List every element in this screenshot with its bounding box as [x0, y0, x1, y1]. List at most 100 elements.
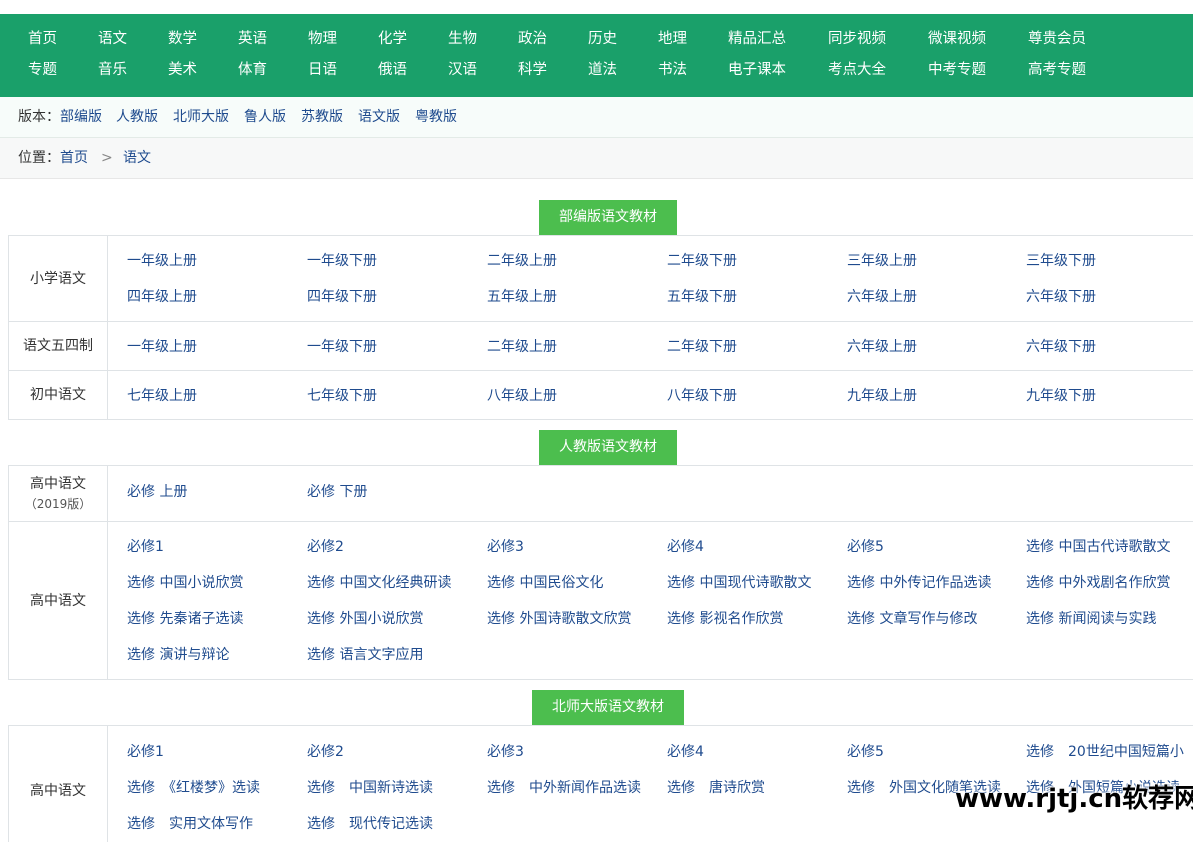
nav-link[interactable]: 政治: [518, 24, 547, 55]
textbook-link[interactable]: 选修 外国小说欣赏: [307, 609, 423, 629]
breadcrumb-home-link[interactable]: 首页: [60, 138, 88, 178]
version-link[interactable]: 部编版: [60, 97, 102, 137]
nav-link[interactable]: 化学: [378, 24, 407, 55]
textbook-link[interactable]: 四年级上册: [127, 287, 197, 307]
row-label: 初中语文: [9, 371, 108, 419]
nav-link[interactable]: 科学: [518, 55, 547, 86]
textbook-link[interactable]: 五年级下册: [667, 287, 737, 307]
textbook-link[interactable]: 选修 外国诗歌散文欣赏: [487, 609, 631, 629]
textbook-link[interactable]: 一年级下册: [307, 337, 377, 357]
textbook-link[interactable]: 六年级上册: [847, 287, 917, 307]
nav-link[interactable]: 道法: [588, 55, 617, 86]
nav-link[interactable]: 精品汇总: [728, 24, 786, 55]
textbook-link[interactable]: 选修 实用文体写作: [127, 814, 253, 834]
textbook-link[interactable]: 四年级下册: [307, 287, 377, 307]
textbook-link[interactable]: 选修 中外新闻作品选读: [487, 778, 641, 798]
textbook-link[interactable]: 必修5: [847, 742, 884, 762]
textbook-link[interactable]: 三年级上册: [847, 251, 917, 271]
nav-link[interactable]: 英语: [238, 24, 267, 55]
nav-link[interactable]: 音乐: [98, 55, 127, 86]
textbook-link[interactable]: 九年级上册: [847, 386, 917, 406]
nav-link[interactable]: 生物: [448, 24, 477, 55]
textbook-link[interactable]: 选修 中外传记作品选读: [847, 573, 991, 593]
textbook-link[interactable]: 三年级下册: [1026, 251, 1096, 271]
nav-link[interactable]: 体育: [238, 55, 267, 86]
nav-link[interactable]: 微课视频: [928, 24, 986, 55]
textbook-link[interactable]: 必修1: [127, 537, 164, 557]
version-link[interactable]: 鲁人版: [244, 97, 286, 137]
textbook-link[interactable]: 选修 语言文字应用: [307, 645, 423, 665]
textbook-link[interactable]: 选修 中国文化经典研读: [307, 573, 451, 593]
textbook-link[interactable]: 选修 20世纪中国短篇小: [1026, 742, 1184, 762]
nav-link[interactable]: 电子课本: [728, 55, 786, 86]
textbook-link[interactable]: 九年级下册: [1026, 386, 1096, 406]
textbook-link[interactable]: 必修3: [487, 742, 524, 762]
nav-link[interactable]: 尊贵会员: [1028, 24, 1086, 55]
row-label-text: 高中语文: [30, 592, 86, 609]
textbook-link[interactable]: 选修 《红楼梦》选读: [127, 778, 260, 798]
nav-link[interactable]: 数学: [168, 24, 197, 55]
textbook-link[interactable]: 必修 上册: [127, 482, 187, 502]
nav-link[interactable]: 中考专题: [928, 55, 986, 86]
textbook-link[interactable]: 选修 现代传记选读: [307, 814, 433, 834]
textbook-link[interactable]: 必修4: [667, 537, 704, 557]
breadcrumb-current[interactable]: 语文: [123, 138, 151, 178]
textbook-link[interactable]: 二年级下册: [667, 337, 737, 357]
textbook-link[interactable]: 必修1: [127, 742, 164, 762]
textbook-link[interactable]: 选修 新闻阅读与实践: [1026, 609, 1156, 629]
version-link[interactable]: 北师大版: [173, 97, 229, 137]
textbook-link[interactable]: 必修2: [307, 742, 344, 762]
textbook-link[interactable]: 必修 下册: [307, 482, 367, 502]
textbook-link[interactable]: 选修 唐诗欣赏: [667, 778, 765, 798]
textbook-link[interactable]: 必修5: [847, 537, 884, 557]
section-title: 部编版语文教材: [539, 200, 677, 235]
textbook-link[interactable]: 七年级下册: [307, 386, 377, 406]
textbook-link[interactable]: 选修 中国古代诗歌散文: [1026, 537, 1170, 557]
version-link[interactable]: 语文版: [358, 97, 400, 137]
nav-row-subjects: 首页 语文 数学 英语 物理 化学 生物 政治 历史 地理 精品汇总 同步视频 微课视频 尊贵会员: [0, 24, 1193, 55]
textbook-link[interactable]: 选修 中国小说欣赏: [127, 573, 243, 593]
textbook-link[interactable]: 二年级上册: [487, 251, 557, 271]
nav-link[interactable]: 美术: [168, 55, 197, 86]
textbook-link[interactable]: 一年级上册: [127, 251, 197, 271]
textbook-link[interactable]: 七年级上册: [127, 386, 197, 406]
nav-link[interactable]: 俄语: [378, 55, 407, 86]
textbook-link[interactable]: 六年级下册: [1026, 287, 1096, 307]
textbook-link[interactable]: 必修2: [307, 537, 344, 557]
version-link[interactable]: 粤教版: [415, 97, 457, 137]
nav-link[interactable]: 语文: [98, 24, 127, 55]
nav-link[interactable]: 考点大全: [828, 55, 886, 86]
textbook-link[interactable]: 六年级上册: [847, 337, 917, 357]
nav-link[interactable]: 首页: [28, 24, 57, 55]
nav-link[interactable]: 历史: [588, 24, 617, 55]
nav-link[interactable]: 专题: [28, 55, 57, 86]
nav-link[interactable]: 高考专题: [1028, 55, 1086, 86]
textbook-link[interactable]: 选修 中国新诗选读: [307, 778, 433, 798]
textbook-link[interactable]: 选修 中国民俗文化: [487, 573, 603, 593]
textbook-link[interactable]: 选修 文章写作与修改: [847, 609, 977, 629]
nav-link[interactable]: 汉语: [448, 55, 477, 86]
nav-link[interactable]: 物理: [308, 24, 337, 55]
textbook-link[interactable]: 选修 中国现代诗歌散文: [667, 573, 811, 593]
version-link[interactable]: 人教版: [116, 97, 158, 137]
textbook-link[interactable]: 选修 先秦诸子选读: [127, 609, 243, 629]
nav-link[interactable]: 地理: [658, 24, 687, 55]
textbook-link[interactable]: 一年级下册: [307, 251, 377, 271]
textbook-link[interactable]: 八年级下册: [667, 386, 737, 406]
textbook-link[interactable]: 一年级上册: [127, 337, 197, 357]
textbook-link[interactable]: 选修 中外戏剧名作欣赏: [1026, 573, 1170, 593]
textbook-link[interactable]: 六年级下册: [1026, 337, 1096, 357]
textbook-link[interactable]: 五年级上册: [487, 287, 557, 307]
textbook-link[interactable]: 必修4: [667, 742, 704, 762]
textbook-link[interactable]: 选修 影视名作欣赏: [667, 609, 783, 629]
textbook-link[interactable]: 选修 演讲与辩论: [127, 645, 229, 665]
version-link[interactable]: 苏教版: [301, 97, 343, 137]
textbook-link[interactable]: 必修3: [487, 537, 524, 557]
nav-link[interactable]: 同步视频: [828, 24, 886, 55]
textbook-link[interactable]: 二年级下册: [667, 251, 737, 271]
nav-link[interactable]: 日语: [308, 55, 337, 86]
row-label: 高中语文: [9, 726, 108, 842]
textbook-link[interactable]: 八年级上册: [487, 386, 557, 406]
nav-link[interactable]: 书法: [658, 55, 687, 86]
textbook-link[interactable]: 二年级上册: [487, 337, 557, 357]
